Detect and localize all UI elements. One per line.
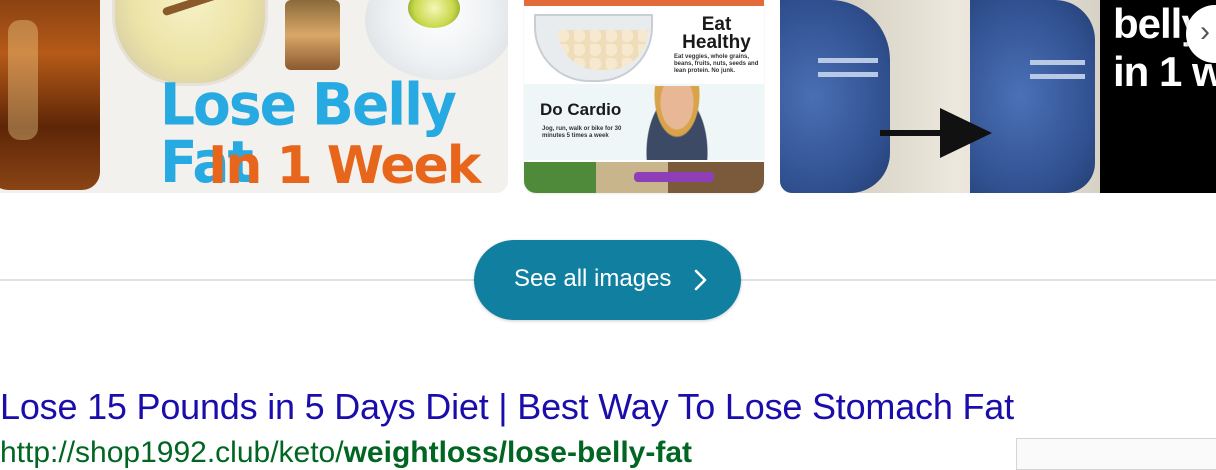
url-path-bold: weightloss/lose-belly-fat	[343, 436, 692, 469]
image-result-lose-belly-fat[interactable]: Lose Belly Fat In 1 Week	[0, 0, 508, 193]
panel-do-cardio: Do Cardio Jog, run, walk or bike for 30 …	[524, 84, 764, 160]
panel-eat-healthy: Eat Healthy Eat veggies, whole grains, b…	[524, 6, 764, 82]
sleeve-stripe	[818, 58, 878, 63]
panel-caption: Eat veggies, whole grains, beans, fruits…	[674, 54, 759, 74]
panel-caption: Jog, run, walk or bike for 30 minutes 5 …	[542, 126, 622, 139]
woman-photo	[642, 86, 712, 160]
image-subline: In 1 Week	[208, 136, 481, 193]
panel-heading: Eat Healthy	[682, 14, 751, 53]
colander-image	[534, 14, 653, 82]
sleeve-stripe	[818, 72, 878, 77]
jar-decoration	[0, 0, 100, 190]
panel-heading: Do Cardio	[540, 100, 622, 119]
image-carousel: Lose Belly Fat In 1 Week Eat Healthy Eat…	[0, 0, 1216, 200]
chevron-right-icon	[694, 269, 707, 291]
see-all-images-button[interactable]: See all images	[474, 240, 741, 320]
image-result-infographic[interactable]: Eat Healthy Eat veggies, whole grains, b…	[524, 0, 764, 193]
see-all-images-label: See all images	[514, 265, 672, 292]
image-result-before-after[interactable]: belly in 1 w	[780, 0, 1216, 193]
bottle-decoration	[285, 0, 340, 70]
sleeve-stripe	[1030, 74, 1085, 79]
search-result-url[interactable]: http://shop1992.club/keto/weightloss/los…	[0, 436, 692, 470]
after-photo	[970, 0, 1095, 193]
url-prefix: http://shop1992.club/keto/	[0, 436, 344, 469]
search-result-title-link[interactable]: Lose 15 Pounds in 5 Days Diet | Best Way…	[0, 386, 1014, 428]
beans-image	[558, 30, 648, 70]
panel-garden	[524, 162, 764, 193]
search-result-thumbnail[interactable]	[1016, 438, 1216, 470]
sleeve-stripe	[1030, 60, 1085, 65]
chevron-right-icon: ›	[1200, 15, 1210, 48]
before-photo	[780, 0, 890, 193]
